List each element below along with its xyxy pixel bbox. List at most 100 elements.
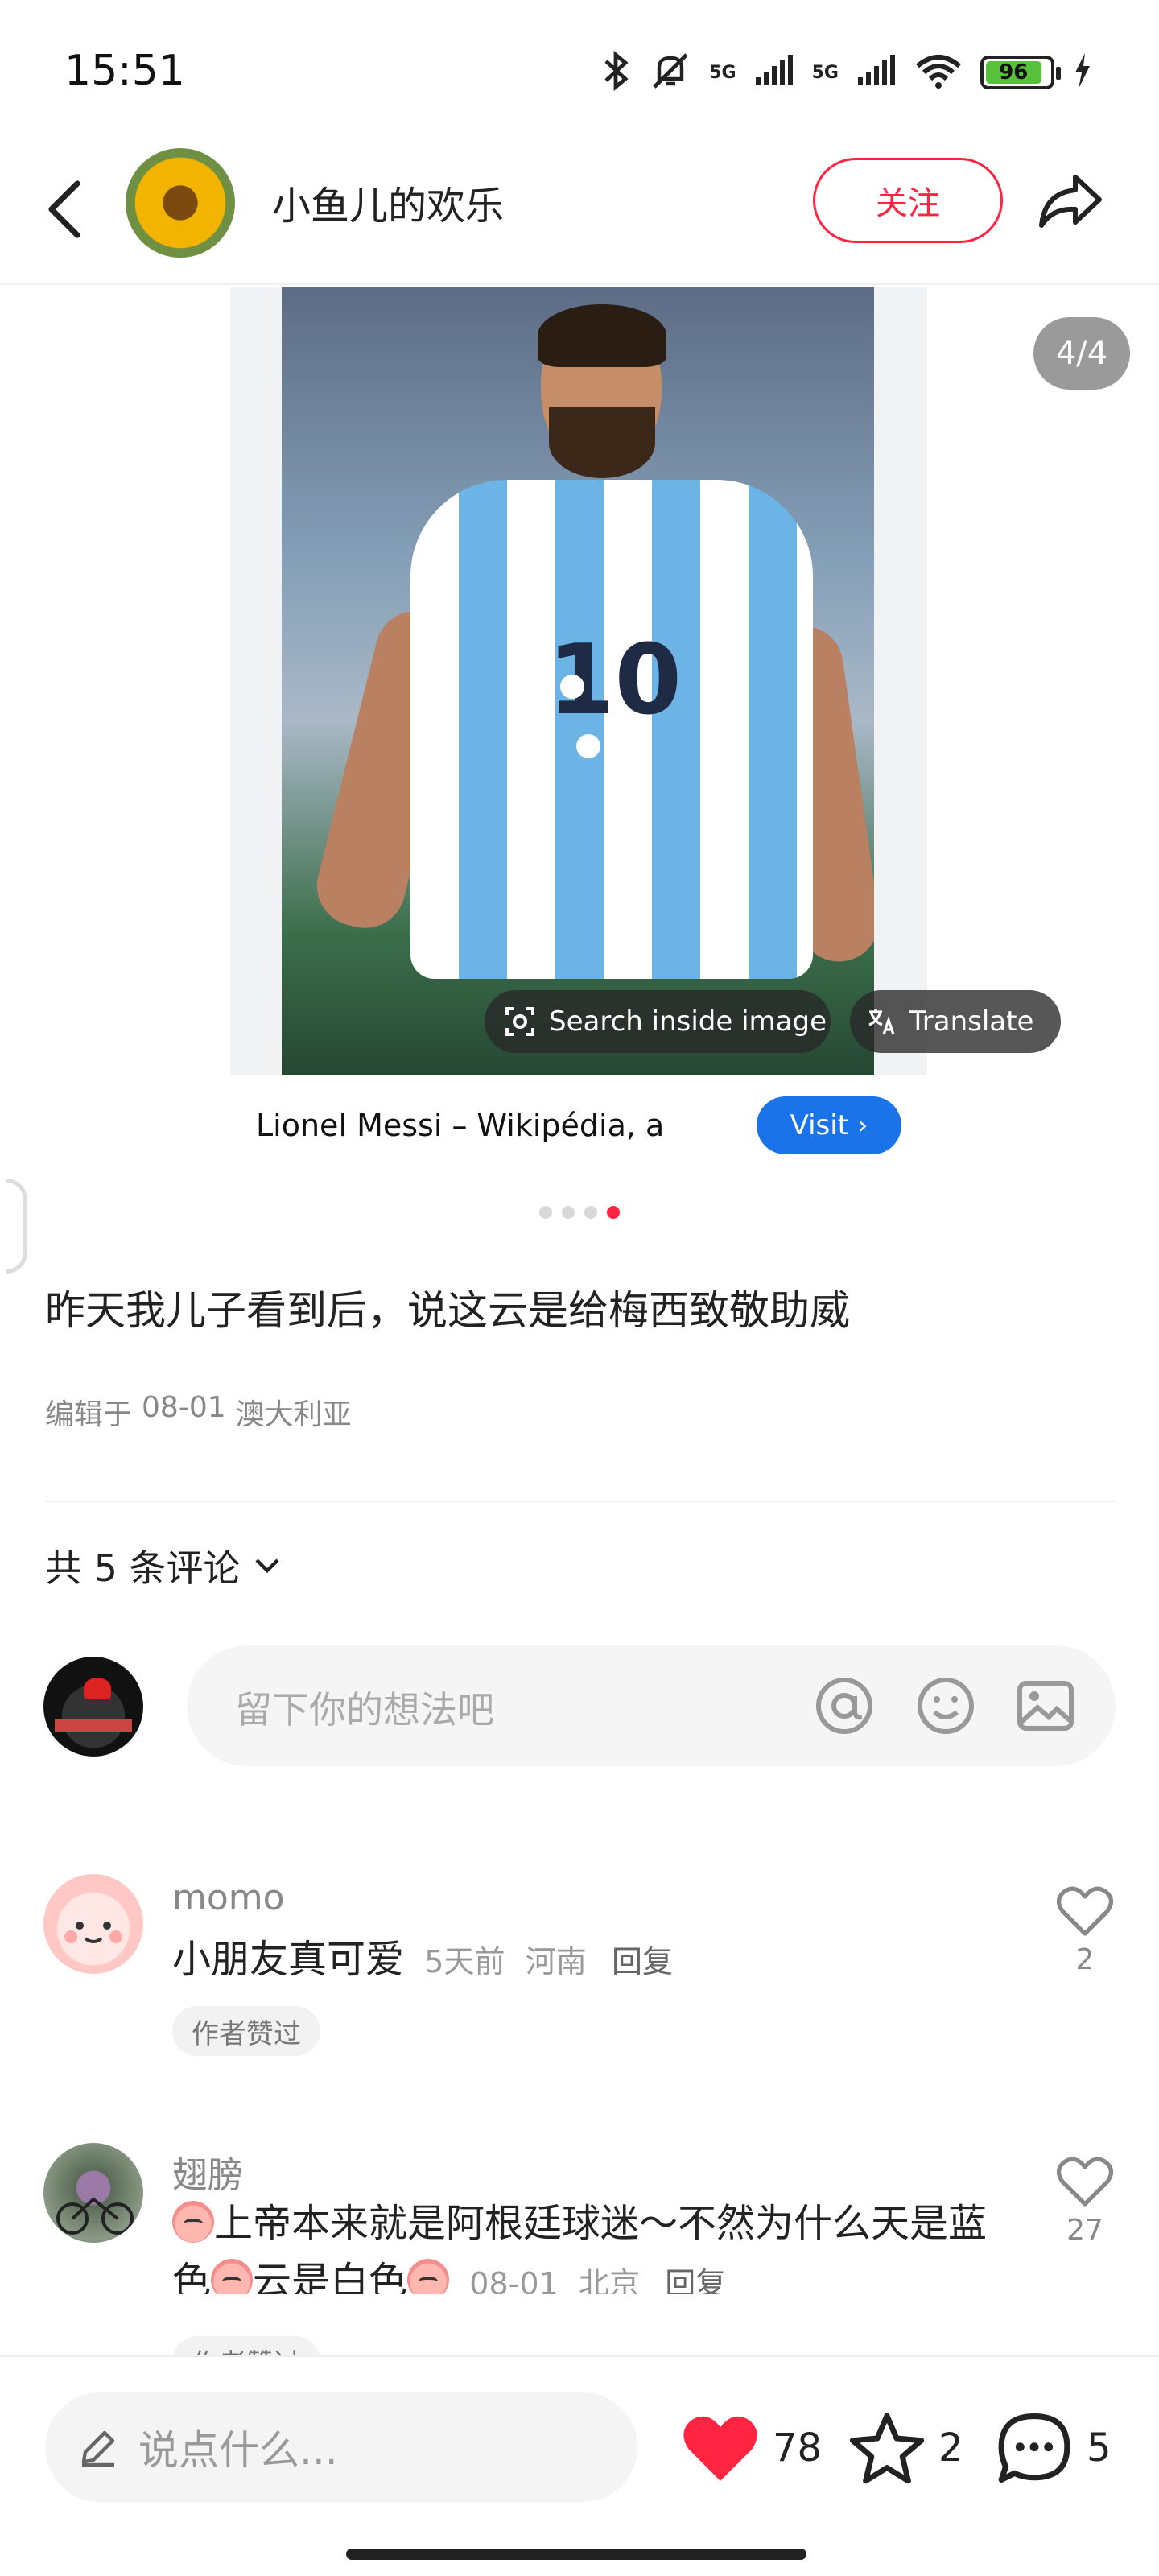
collect-button[interactable]: 2 [848, 2404, 963, 2492]
chevron-left-icon [48, 180, 80, 238]
page-counter: 4/4 [1033, 317, 1130, 390]
bottom-action-bar: 说点什么... 78 2 5 [0, 2355, 1159, 2576]
mention-icon[interactable] [811, 1673, 877, 1739]
photo-hotspot[interactable] [576, 734, 600, 758]
post-date: 08-01 [142, 1391, 226, 1424]
author-avatar[interactable] [126, 148, 235, 258]
pig-emoji-icon [407, 2259, 450, 2294]
share-button[interactable] [1030, 161, 1111, 242]
signal-icon-1 [754, 55, 794, 90]
status-icons: 5G 5G 96 [600, 47, 1091, 98]
network-label-1: 5G [709, 62, 736, 83]
source-title[interactable]: Lionel Messi – Wikipédia, a [256, 1096, 707, 1167]
pig-emoji-icon [172, 2201, 214, 2243]
search-inside-image-button[interactable]: Search inside image [485, 990, 831, 1053]
back-button[interactable] [32, 169, 97, 250]
pig-emoji-icon [211, 2259, 254, 2294]
search-inside-label: Search inside image [549, 1005, 827, 1038]
author-name[interactable]: 小鱼儿的欢乐 [272, 174, 504, 230]
photo-beard [549, 407, 655, 478]
collect-count: 2 [938, 2425, 963, 2471]
reply-button[interactable]: 回复 [612, 1944, 673, 1979]
wifi-icon [914, 53, 963, 92]
share-icon [1039, 175, 1102, 228]
mute-icon [650, 50, 691, 95]
comment-time: 08-01 [469, 2266, 559, 2294]
comment-like-button[interactable]: 27 [1046, 2156, 1124, 2247]
bluetooth-icon [600, 50, 632, 95]
avatar-hat [84, 1678, 111, 1699]
comment-body: 上帝本来就是阿根廷球迷～不然为什么天是蓝色 云是白色 08-01 北京 回复 [172, 2194, 1009, 2294]
comment-input-placeholder: 留下你的想法吧 [235, 1688, 494, 1732]
avatar-banner [55, 1719, 132, 1732]
carousel-dot [584, 1206, 597, 1219]
media-frame: 10 Search inside image Translate [230, 287, 1061, 1075]
comment-time: 5天前 [424, 1944, 505, 1979]
comment-like-count: 2 [1075, 1943, 1095, 1976]
commenter-avatar[interactable] [43, 2143, 143, 2243]
network-label-2: 5G [811, 62, 839, 83]
heart-outline-icon [1056, 2157, 1114, 2207]
commenter-name[interactable]: momo [172, 1877, 285, 1918]
cartoon-face-icon [64, 1922, 122, 1943]
comment-count: 5 [1087, 2425, 1112, 2471]
like-count: 78 [773, 2425, 823, 2471]
follow-button[interactable]: 关注 [813, 158, 1003, 243]
post-location: 澳大利亚 [235, 1398, 352, 1431]
lens-icon [505, 1007, 534, 1036]
translate-button[interactable]: Translate [850, 990, 1061, 1053]
comment-button[interactable]: 5 [995, 2404, 1112, 2492]
chevron-down-icon [254, 1558, 279, 1574]
heart-filled-icon [683, 2416, 757, 2481]
reply-button[interactable]: 回复 [665, 2266, 726, 2294]
comment-like-count: 27 [1066, 2214, 1103, 2247]
say-something-placeholder: 说点什么... [138, 2427, 338, 2474]
carousel-dot-active [607, 1206, 620, 1219]
comment-location: 河南 [525, 1944, 587, 1979]
post-meta: 编辑于 08-01 澳大利亚 [45, 1391, 352, 1433]
translate-icon [868, 1009, 895, 1035]
status-time: 15:51 [64, 47, 185, 95]
comment-input[interactable]: 留下你的想法吧 [187, 1645, 1116, 1766]
chat-bubble-icon [998, 2413, 1070, 2483]
author-liked-badge: 作者赞过 [172, 2006, 320, 2056]
image-icon[interactable] [1013, 1673, 1079, 1739]
side-drawer-handle[interactable] [6, 1179, 27, 1274]
comment-like-button[interactable]: 2 [1046, 1885, 1124, 1976]
emoji-icon[interactable] [913, 1673, 979, 1739]
signal-icon-2 [856, 55, 897, 90]
post-header: 小鱼儿的欢乐 关注 [0, 137, 1159, 285]
comment-text-2: 云是白色 [253, 2259, 408, 2294]
battery-icon: 96 [980, 56, 1061, 89]
charging-icon [1072, 53, 1091, 92]
divider [45, 1501, 1116, 1502]
edited-label: 编辑于 [45, 1398, 133, 1431]
post-photo[interactable]: 10 [282, 287, 874, 1075]
battery-level: 96 [986, 60, 1041, 85]
comment-location: 北京 [578, 2266, 640, 2294]
commenter-name[interactable]: 翅膀 [172, 2146, 243, 2198]
media-carousel[interactable]: 10 Search inside image Translate 4/4 Lio… [0, 287, 1159, 1219]
like-button[interactable]: 78 [681, 2404, 822, 2492]
comments-count-label: 共 5 条评论 [45, 1546, 241, 1590]
carousel-dot [562, 1206, 575, 1219]
status-bar: 15:51 5G 5G 96 [0, 0, 1159, 137]
comment-text: 小朋友真可爱 [172, 1937, 405, 1982]
visit-button[interactable]: Visit › [757, 1096, 901, 1154]
post-text: 昨天我儿子看到后，说这云是给梅西致敬助威 [45, 1287, 850, 1334]
photo-hotspot[interactable] [560, 675, 584, 699]
pencil-icon [81, 2430, 115, 2467]
comment-body: 小朋友真可爱 5天前 河南 回复 [172, 1930, 1009, 1991]
carousel-indicator [0, 1206, 1159, 1219]
star-outline-icon [849, 2413, 925, 2484]
comments-sort-toggle[interactable]: 共 5 条评论 [45, 1539, 281, 1592]
home-indicator[interactable] [346, 2549, 806, 2560]
say-something-input[interactable]: 说点什么... [45, 2392, 637, 2502]
heart-outline-icon [1056, 1886, 1114, 1936]
photo-hair [538, 304, 666, 367]
cyclist-photo-icon [56, 2197, 134, 2235]
my-avatar [43, 1657, 143, 1757]
translate-label: Translate [909, 1005, 1034, 1038]
commenter-avatar[interactable] [43, 1874, 143, 1974]
carousel-dot [539, 1206, 552, 1219]
